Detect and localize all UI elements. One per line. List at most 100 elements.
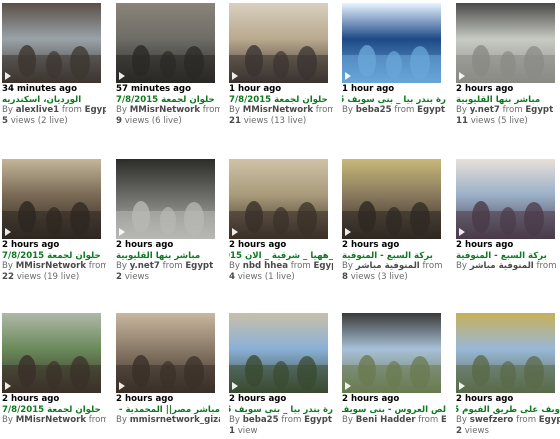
play-icon [119,228,125,236]
country-link[interactable]: Egypt [539,415,560,425]
video-thumbnail[interactable] [116,159,215,239]
video-card[interactable]: 2 hours agoمباشر مصر|| المحمدية - الجيزة… [116,313,220,426]
video-thumbnail[interactable] [2,3,101,83]
play-icon [5,382,11,390]
play-icon [119,382,125,390]
channel-link[interactable]: المنوفية مباشر [470,261,534,271]
upload-time: 2 hours ago [116,240,174,250]
video-thumbnail[interactable] [116,313,215,393]
country-link[interactable]: Egypt [304,415,332,425]
upload-time: 2 hours ago [116,394,174,404]
video-thumbnail[interactable] [456,159,555,239]
video-title[interactable]: بركة السبع - المنوفية [456,251,560,262]
country-link[interactable]: Egypt [441,415,446,425]
video-thumbnail[interactable] [342,313,441,393]
video-card[interactable]: 1 hour agoرة بندر بيا _ بنى سويف 7/8/201… [342,3,446,116]
video-card[interactable]: 2 hours ago حلوان لجمعة 7/8/2015 By MMisrN… [2,159,106,282]
from-label: from [202,105,220,116]
video-thumbnail[interactable] [456,313,555,393]
video-thumbnail[interactable] [229,3,328,83]
channel-link[interactable]: beba25 [243,415,279,425]
channel-link[interactable]: MMisrNetwork [243,105,313,115]
video-thumbnail[interactable] [342,159,441,239]
video-card[interactable]: 2 hours ago بركة السبع - المنوفية By المنو… [342,159,446,282]
video-title[interactable]: حلوان لجمعة 7/8/2015 [2,405,106,416]
views-label: views [470,115,495,126]
video-card[interactable]: 2 hours ago لص العروس - بنى سويف By Beni H… [342,313,446,426]
play-icon [345,382,351,390]
video-card[interactable]: 2 hours ago_ههيا _ شرقية _ الان 7/8/2015… [229,159,333,282]
video-card[interactable]: 2 hours agoرة بندر بيا _ بنى سويف 7/8/20… [229,313,333,436]
upload-time: 2 hours ago [456,394,514,404]
channel-link[interactable]: beba25 [356,105,392,115]
video-thumbnail[interactable] [2,159,101,239]
country-link[interactable]: Egypt [445,261,446,271]
channel-link[interactable]: المنوفية مباشر [356,261,420,271]
channel-link[interactable]: y.net7 [470,105,500,115]
video-title[interactable]: _ههيا _ شرقية _ الان 7/8/2015 [229,251,333,262]
video-title[interactable]: بركة السبع - المنوفية [342,251,446,262]
video-card[interactable]: 2 hours agoوبف على طريق الفيوم 7/8/2015B… [456,313,560,436]
channel-link[interactable]: MMisrNetwork [130,105,200,115]
country-link[interactable]: Egypt [417,105,445,115]
video-title[interactable]: رة بندر بيا _ بنى سويف 7/8/2015 [342,95,446,106]
video-title[interactable]: لص العروس - بنى سويف [342,405,446,416]
video-title[interactable]: رة بندر بيا _ بنى سويف 7/8/2015 [229,405,333,416]
channel-link[interactable]: Beni Hadder [356,415,416,425]
view-stats: 2 views [456,426,560,437]
video-title[interactable]: حلوان لجمعة 7/8/2015 [229,95,333,106]
live-count: (1 live) [264,271,295,282]
channel-link[interactable]: MMisrNetwork [16,415,86,425]
video-card[interactable]: 2 hours ago حلوان لجمعة 7/8/2015 By MMisrN… [2,313,106,426]
upload-time: 2 hours ago [342,240,400,250]
video-thumbnail[interactable] [229,313,328,393]
video-card[interactable]: 2 hours ago مباشر بنها القليوبية By y.net7… [116,159,220,282]
upload-time: 57 minutes ago [116,84,191,94]
channel-link[interactable]: alexlive1 [16,105,59,115]
by-label: By [2,105,13,116]
upload-time: 2 hours ago [2,240,60,250]
views-label: views [10,115,35,126]
view-stats: 21 views (13 live) [229,116,333,127]
channel-link[interactable]: MMisrNetwork [16,261,86,271]
country-link[interactable]: Egypt [525,105,553,115]
video-title[interactable]: حلوان لجمعة 7/8/2015 [2,251,106,262]
live-count: (13 live) [270,115,307,126]
upload-time: 34 minutes ago [2,84,77,94]
from-label: from [502,105,523,116]
video-card[interactable]: 1 hour ago حلوان لجمعة 7/8/2015 By MMisrNe… [229,3,333,126]
video-card[interactable]: 2 hours ago مباشر بنها القليوبية By y.net7… [456,3,560,126]
by-label: By [456,415,467,426]
video-title[interactable]: مباشر مصر|| المحمدية - الجيزة [116,405,220,416]
video-title[interactable]: مباشر بنها القليوبية [456,95,560,106]
video-thumbnail[interactable] [116,3,215,83]
video-card[interactable]: 57 minutes ago حلوان لجمعة 7/8/2015 By MMi… [116,3,220,126]
view-count: 1 [229,425,235,436]
video-thumbnail[interactable] [342,3,441,83]
country-link[interactable]: Egypt [85,105,106,115]
views-label: view [237,425,258,436]
by-label: By [342,415,353,426]
view-count: 5 [2,115,8,126]
from-label: from [88,261,106,272]
views-label: views [124,271,149,282]
views-label: views [350,271,375,282]
channel-link[interactable]: y.net7 [130,261,160,271]
video-thumbnail[interactable] [2,313,101,393]
video-title[interactable]: مباشر بنها القليوبية [116,251,220,262]
channel-link[interactable]: swefzero [470,415,514,425]
video-thumbnail[interactable] [229,159,328,239]
channel-link[interactable]: nbd hhea [243,261,288,271]
play-icon [5,72,11,80]
video-title[interactable]: وبف على طريق الفيوم 7/8/2015 [456,405,560,416]
video-title[interactable]: الوردیان، اسکندریه [2,95,106,106]
video-title[interactable]: حلوان لجمعة 7/8/2015 [116,95,220,106]
country-link[interactable]: Egypt [185,261,213,271]
video-card[interactable]: 34 minutes ago الوردیان، اسکندریه By alexl… [2,3,106,126]
from-label: from [61,105,82,116]
country-link[interactable]: Egypt [313,261,333,271]
play-icon [345,228,351,236]
video-thumbnail[interactable] [456,3,555,83]
video-card[interactable]: 2 hours ago بركة السبع - المنوفية By المنو… [456,159,560,272]
channel-link[interactable]: mmisrnetwork_giza [130,415,220,425]
